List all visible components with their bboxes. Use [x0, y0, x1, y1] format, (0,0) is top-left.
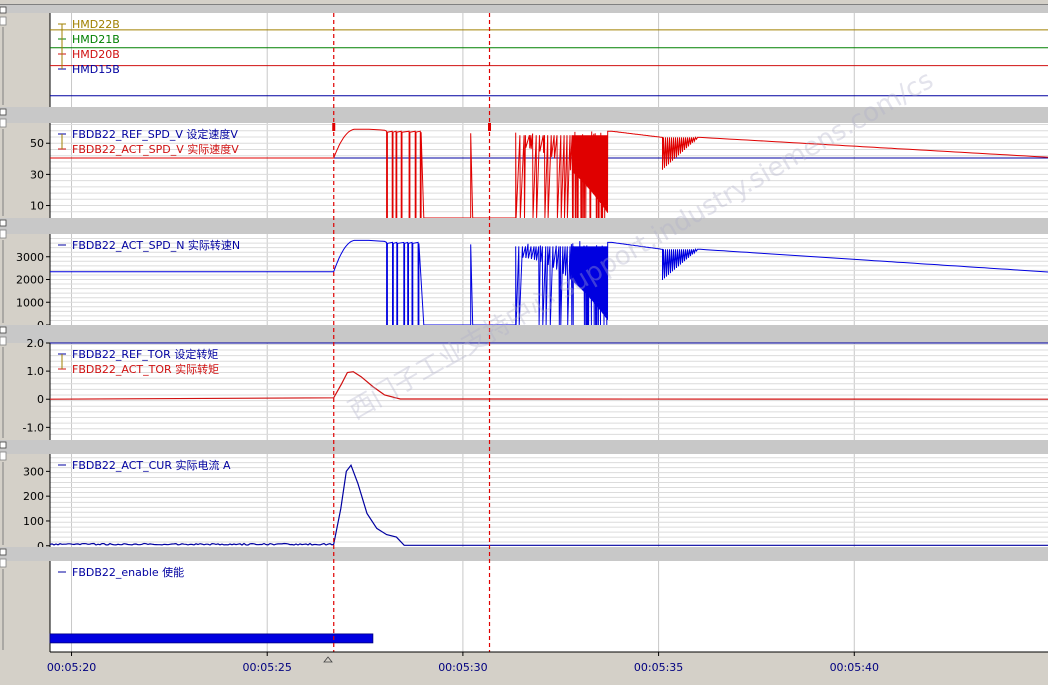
y-tick-label: 1.0 — [27, 365, 45, 378]
y-tick-label: 1000 — [16, 296, 44, 309]
legend-entry: HMD21B — [72, 33, 120, 46]
enable-signal-bar — [49, 633, 374, 644]
legend-entry: HMD22B — [72, 18, 120, 31]
panel-separator — [0, 218, 1048, 234]
trend-chart-svg: HMD22B HMD21B HMD20B HMD15B 50 30 10 FBDB22_REF… — [0, 0, 1048, 681]
top-frame — [0, 0, 1048, 4]
panel-collapse-toggle[interactable] — [0, 548, 7, 556]
y-tick-label: 3000 — [16, 251, 44, 264]
panel-scroll-handle[interactable] — [0, 336, 7, 346]
legend-entry: FBDB22_ACT_TOR 实际转矩 — [72, 362, 219, 376]
y-tick-label: 100 — [23, 515, 44, 528]
y-tick-label: 10 — [30, 200, 44, 213]
panel-scroll-handle[interactable] — [0, 229, 7, 239]
y-tick-label: 50 — [30, 137, 44, 150]
panel-axis-area — [0, 13, 50, 107]
y-tick-label: 2.0 — [27, 337, 45, 350]
legend-entry: FBDB22_enable 使能 — [72, 565, 184, 579]
cursor-handle[interactable] — [332, 123, 336, 131]
legend-entry: FBDB22_ACT_SPD_N 实际转速N — [72, 238, 240, 252]
panel-scroll-handle[interactable] — [0, 558, 7, 568]
multi-panel-trend-chart: HMD22B HMD21B HMD20B HMD15B 50 30 10 FBDB22_REF… — [0, 0, 1048, 681]
panel-collapse-toggle[interactable] — [0, 108, 7, 116]
legend-entry: FBDB22_ACT_SPD_V 实际速度V — [72, 142, 239, 156]
y-tick-label: 2000 — [16, 274, 44, 287]
panel-scroll-handle[interactable] — [0, 118, 7, 128]
legend-entry: HMD20B — [72, 48, 120, 61]
panel-collapse-toggle[interactable] — [0, 6, 7, 14]
y-tick-label: 30 — [30, 168, 44, 181]
cursor-handle[interactable] — [488, 123, 492, 131]
legend-entry: FBDB22_ACT_CUR 实际电流 A — [72, 458, 231, 472]
panel-separator — [0, 547, 1048, 561]
y-tick-label: -1.0 — [23, 421, 44, 434]
panel-collapse-toggle[interactable] — [0, 441, 7, 449]
y-tick-label: 200 — [23, 490, 44, 503]
x-tick-label: 00:05:35 — [634, 661, 683, 674]
panel-axis-area — [0, 561, 50, 652]
x-tick-label: 00:05:20 — [47, 661, 96, 674]
panel-scroll-handle[interactable] — [0, 16, 7, 26]
x-tick-label: 00:05:40 — [830, 661, 879, 674]
x-axis-area — [0, 652, 1048, 681]
panel-collapse-toggle[interactable] — [0, 326, 7, 334]
panel-scroll-handle[interactable] — [0, 451, 7, 461]
legend-entry: FBDB22_REF_TOR 设定转矩 — [72, 347, 218, 361]
legend-entry: FBDB22_REF_SPD_V 设定速度V — [72, 127, 238, 141]
y-tick-label: 0 — [37, 393, 44, 406]
x-tick-label: 00:05:25 — [243, 661, 292, 674]
panel-separator — [0, 440, 1048, 454]
y-tick-label: 300 — [23, 465, 44, 478]
legend-entry: HMD15B — [72, 63, 120, 76]
panel-separator — [0, 5, 1048, 13]
x-tick-label: 00:05:30 — [438, 661, 487, 674]
panel-collapse-toggle[interactable] — [0, 219, 7, 227]
